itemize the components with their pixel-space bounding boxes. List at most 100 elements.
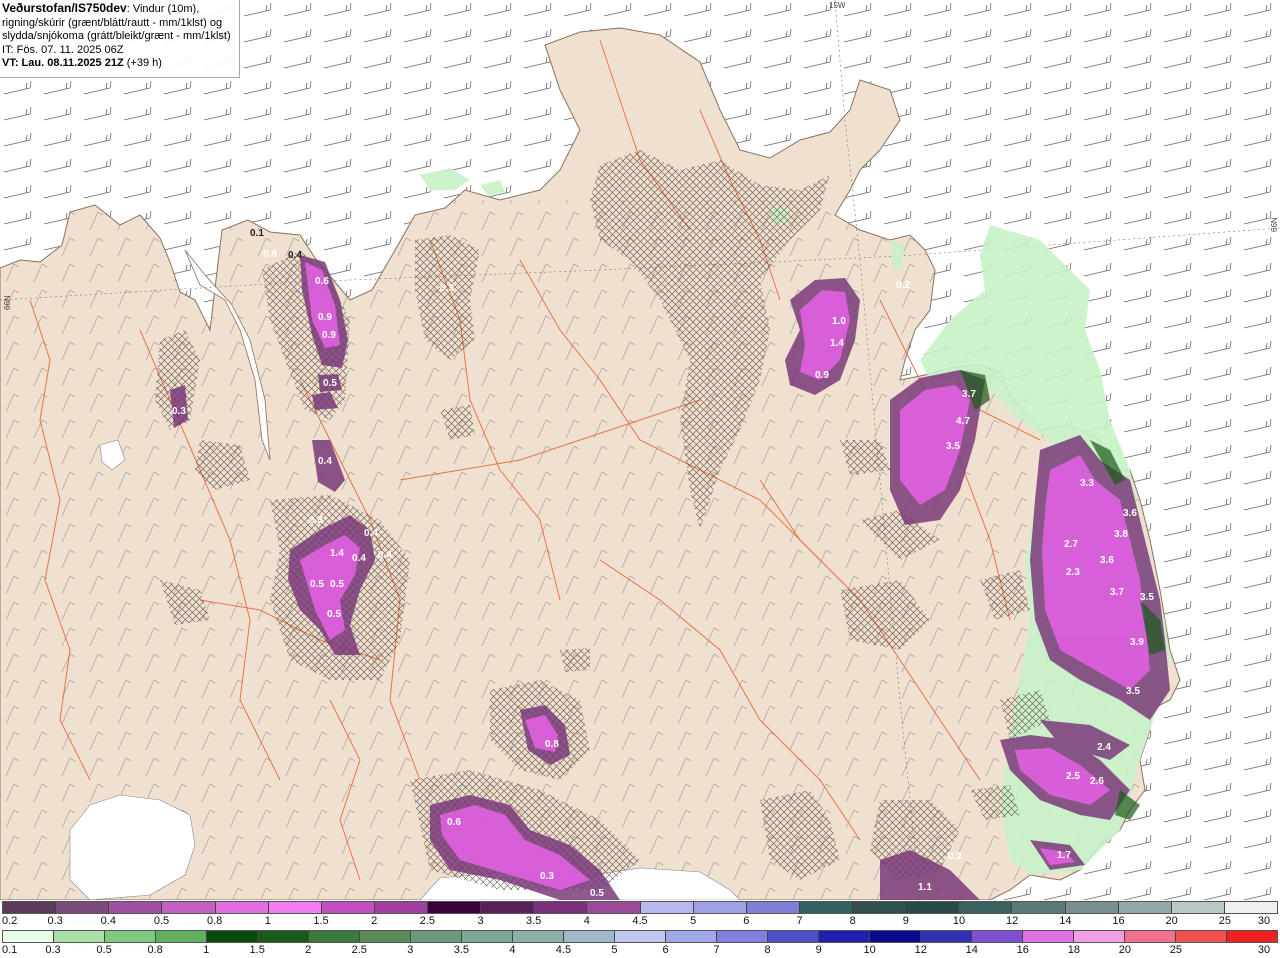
legend-swatch (1065, 902, 1119, 913)
legend-tick-label: 1 (264, 915, 271, 927)
legend-swatch (54, 931, 105, 942)
map-value: 0.4 (352, 553, 366, 564)
legend-swatch (513, 931, 564, 942)
legend-swatch (564, 931, 615, 942)
legend-tick-label: 4.5 (555, 944, 572, 956)
map-value: 1.0 (832, 316, 846, 327)
legend-tick-label: 10 (952, 915, 966, 927)
legend-swatch (853, 902, 907, 913)
legend-tick-label: 14 (1059, 915, 1072, 927)
legend-tick-label: 9 (815, 944, 822, 956)
map-value: 0.9 (318, 312, 332, 323)
legend-swatch (411, 931, 462, 942)
legend-tick-label: 3.5 (453, 944, 470, 956)
weather-map: 0.1 0.8 0.4 0.6 0.9 0.9 0.5 0.3 0.4 0.3 … (0, 0, 1280, 900)
legend-tick-label: 2.5 (351, 944, 367, 956)
map-value: 3.5 (1140, 592, 1154, 603)
legend-tick-label: 12 (1006, 915, 1019, 927)
legend-tick-label: 20 (1165, 915, 1178, 927)
legend-tick-label: 2 (305, 944, 312, 956)
legend-swatch (105, 931, 156, 942)
legend-snow-swatches (2, 901, 1278, 914)
map-value: 0.5 (310, 579, 324, 590)
legend-swatch (870, 931, 921, 942)
map-value: 1.1 (918, 882, 932, 893)
legend-tick-label: 30 (1257, 915, 1271, 927)
map-value: 3.7 (962, 389, 976, 400)
info-desc-1: : Vindur (10m), (126, 3, 200, 15)
info-desc-3: slydda/snjókoma (grátt/bleikt/grænt - mm… (2, 30, 231, 42)
legend-tick-label: 0.5 (96, 944, 112, 956)
map-value: 1.7 (1057, 850, 1071, 861)
legend-swatch (374, 902, 428, 913)
legend-tick-label: 3 (477, 915, 484, 927)
legend-swatch (162, 902, 216, 913)
lat-label-left: 66N (3, 295, 12, 310)
map-value: 1.4 (330, 548, 344, 559)
legend-swatch (1227, 931, 1277, 942)
legend-swatch (56, 902, 110, 913)
legend-tick-label: 10 (863, 944, 876, 956)
legend-tick-label: 0.2 (2, 915, 18, 927)
map-value: 3.5 (1126, 686, 1140, 697)
map-value: 0.4 (318, 456, 332, 467)
legend-tick-label: 5 (690, 915, 697, 927)
legend-swatch (1023, 931, 1074, 942)
legend-tick-label: 6 (662, 944, 669, 956)
map-value: 3.7 (1110, 587, 1124, 598)
legend-swatch (1224, 902, 1277, 913)
legend-swatch (587, 902, 641, 913)
legend-tick-label: 7 (796, 915, 803, 927)
map-value: 3.3 (1080, 478, 1094, 489)
legend-swatch (207, 931, 258, 942)
info-init-time: IT: Fös. 07. 11. 2025 06Z (2, 43, 124, 56)
legend-rain-ticks: 0.1 0.3 0.5 0.8 1 1.5 2 2.5 3 3.5 4 4.5 5 6 7 8 9 10 12 14 1… (0, 944, 1280, 958)
map-value: 2.7 (1064, 539, 1078, 550)
map-value: 0.5 (330, 579, 344, 590)
info-lead-time: (+39 h) (126, 57, 162, 69)
legend-tick-label: 0.8 (207, 915, 223, 927)
legend-tick-label: 0.5 (153, 915, 170, 927)
legend-tick-label: 2.5 (419, 915, 435, 927)
lat-label-right: 66N (1270, 217, 1279, 232)
legend-tick-label: 20 (1118, 944, 1131, 956)
legend-tick-label: 1.5 (249, 944, 265, 956)
legend-swatch (615, 931, 666, 942)
legend-swatch (1118, 902, 1172, 913)
map-value: 0.9 (815, 370, 829, 381)
map-value: 3.6 (1100, 555, 1114, 566)
legend-tick-label: 4 (509, 944, 516, 956)
map-value: 0.2 (948, 851, 962, 862)
map-value: 0.4 (288, 250, 302, 261)
legend-tick-label: 0.1 (2, 944, 18, 956)
legend-tick-label: 0.3 (47, 915, 63, 927)
map-value: 0.5 (323, 378, 337, 389)
legend-swatch (3, 931, 54, 942)
legend-tick-label: 16 (1016, 944, 1029, 956)
legend-tick-label: 12 (914, 944, 927, 956)
legend-swatch (215, 902, 269, 913)
map-value: 2.6 (1090, 776, 1104, 787)
legend-swatch (109, 902, 163, 913)
legend-tick-label: 8 (849, 915, 856, 927)
legend-swatch (717, 931, 768, 942)
legend-tick-label: 4.5 (632, 915, 648, 927)
legend-swatch (959, 902, 1013, 913)
map-value: 0.1 (250, 228, 264, 239)
map-value: 0.5 (590, 888, 604, 899)
legend-swatch (309, 931, 360, 942)
legend-rain-swatches (2, 930, 1278, 943)
legend-swatch (1125, 931, 1176, 942)
map-value: 0.6 (447, 817, 461, 828)
legend-swatch (481, 902, 535, 913)
map-value: 3.8 (1114, 529, 1128, 540)
map-value: 3.5 (946, 441, 960, 452)
legend-swatch (428, 902, 482, 913)
legend-tick-label: 1.5 (313, 915, 329, 927)
map-value: 0.4 (378, 550, 392, 561)
legend-tick-label: 18 (1067, 944, 1080, 956)
map-value: 0.4 (364, 528, 378, 539)
info-title: Veðurstofan/IS750dev (2, 1, 127, 15)
lon-label-top: 15W (829, 1, 846, 10)
legend-swatch (1171, 902, 1225, 913)
